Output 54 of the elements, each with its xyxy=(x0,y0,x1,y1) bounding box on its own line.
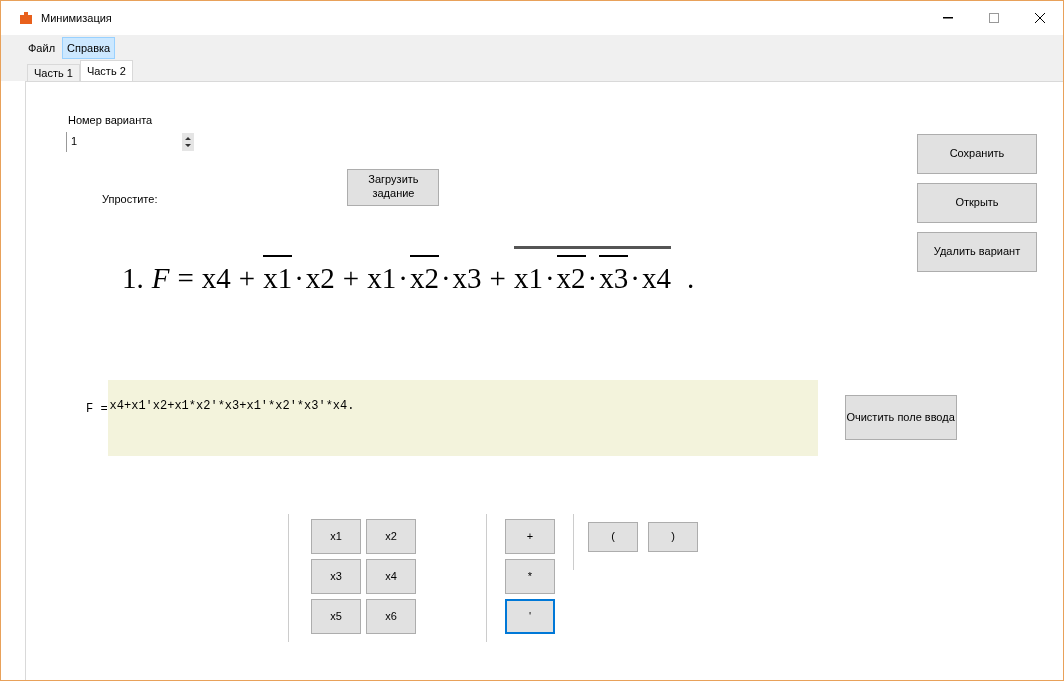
load-button[interactable]: Загрузить задание xyxy=(347,168,440,206)
variable-key[interactable]: x5 xyxy=(311,599,361,634)
clear-button[interactable]: Очистить поле ввода xyxy=(844,395,957,440)
spinner-arrows-icon[interactable] xyxy=(182,132,194,151)
variable: x4 xyxy=(201,260,231,296)
variable-key[interactable]: x2 xyxy=(366,519,416,554)
bracket-key[interactable]: ( xyxy=(588,522,638,552)
variable: x2 xyxy=(409,254,439,300)
task-label: Упростите: xyxy=(102,192,158,207)
variable: x2 xyxy=(556,254,586,300)
dot-operator: · xyxy=(397,260,409,296)
dot-operator: · xyxy=(629,260,641,296)
minimize-icon[interactable] xyxy=(943,17,953,19)
variable: x1 xyxy=(263,254,293,300)
tab[interactable]: Часть 2 xyxy=(79,60,133,81)
answer-label: F = xyxy=(86,401,108,418)
operator-key[interactable]: * xyxy=(505,559,555,594)
dot-operator: · xyxy=(543,260,556,296)
side-button[interactable]: Сохранить xyxy=(917,134,1037,174)
menu-item[interactable]: Справка xyxy=(62,36,116,60)
variable: x2 xyxy=(305,260,335,296)
variable: x1 xyxy=(367,260,397,296)
side-button[interactable]: Открыть xyxy=(917,183,1037,223)
bracket-key[interactable]: ) xyxy=(648,522,698,552)
formula-number: 1. xyxy=(122,260,144,296)
dot-operator: · xyxy=(293,260,305,296)
window-title: Минимизация xyxy=(41,10,112,26)
menu-item[interactable]: Файл xyxy=(23,36,61,60)
variant-spinner[interactable]: 1 xyxy=(66,131,194,152)
side-button[interactable]: Удалить вариант xyxy=(917,232,1037,272)
plus-sign: + xyxy=(342,260,360,296)
formula-period: . xyxy=(686,260,695,296)
variable: x3 xyxy=(599,254,629,300)
variable: x3 xyxy=(452,260,482,296)
answer-field[interactable]: x4+x1'x2+x1*x2'*x3+x1'*x2'*x3'*x4. xyxy=(107,380,818,456)
variable-key[interactable]: x1 xyxy=(311,519,361,554)
dot-operator: · xyxy=(439,260,452,296)
plus-sign: + xyxy=(489,260,506,296)
function-name: F xyxy=(151,260,170,296)
close-icon[interactable] xyxy=(1035,13,1045,23)
operator-key[interactable]: + xyxy=(505,519,555,554)
tab[interactable]: Часть 1 xyxy=(27,64,80,81)
variable: x4 xyxy=(641,260,671,296)
variable-key[interactable]: x3 xyxy=(311,559,361,594)
variable-key[interactable]: x6 xyxy=(366,599,416,634)
variable: x1 xyxy=(513,260,543,296)
equals-sign: = xyxy=(177,260,194,296)
app-icon xyxy=(19,11,33,25)
dot-operator: · xyxy=(586,260,599,296)
variable-key[interactable]: x4 xyxy=(366,559,416,594)
field-label: Номер варианта xyxy=(68,113,154,128)
plus-sign: + xyxy=(238,260,256,296)
maximize-icon[interactable] xyxy=(989,13,999,23)
operator-key[interactable]: ' xyxy=(505,599,555,634)
